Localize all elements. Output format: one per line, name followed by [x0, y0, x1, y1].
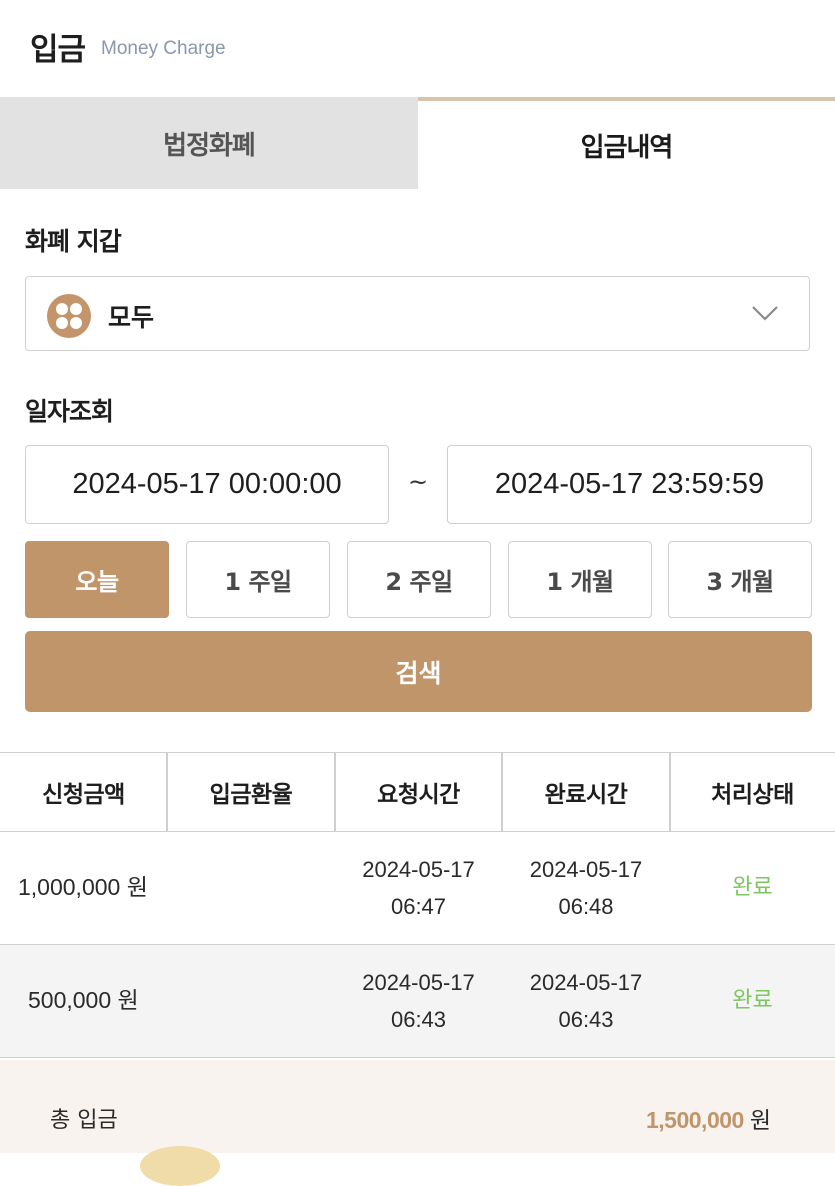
period-2-weeks-button[interactable]: 2 주일 [347, 541, 491, 618]
tab-fiat-currency[interactable]: 법정화폐 [0, 97, 418, 189]
row-amount: 1,000,000 원 [18, 874, 148, 900]
date-to-input[interactable]: 2024-05-17 23:59:59 [447, 445, 812, 524]
wallet-label: 화폐 지갑 [25, 227, 122, 256]
search-button[interactable]: 검색 [25, 631, 812, 712]
row-request-time: 2024-05-17 06:47 [362, 856, 475, 919]
total-unit: 원 [749, 1108, 771, 1134]
column-header-status: 처리상태 [711, 782, 794, 808]
total-amount-wrap: 1,500,000 원 [646, 1101, 771, 1135]
total-label: 총 입금 [50, 1108, 118, 1133]
row-complete-time: 2024-05-17 06:48 [529, 856, 643, 919]
tab-deposit-history[interactable]: 입금내역 [418, 97, 835, 189]
column-header-amount: 신청금액 [42, 782, 125, 808]
row-complete-time: 2024-05-17 06:43 [529, 969, 643, 1032]
row-request-time: 2024-05-17 06:43 [362, 969, 475, 1032]
period-today-button[interactable]: 오늘 [25, 541, 169, 618]
table-row: 500,000 원 2024-05-17 06:43 2024-05-17 06… [0, 945, 835, 1058]
date-from-input[interactable]: 2024-05-17 00:00:00 [25, 445, 389, 524]
page-title: 입금 [30, 32, 86, 68]
coin-grid-icon [47, 294, 91, 338]
column-header-request-time: 요청시간 [377, 782, 460, 808]
period-3-months-button[interactable]: 3 개월 [668, 541, 812, 618]
row-amount: 500,000 원 [28, 987, 139, 1013]
table-header: 신청금액 입금환율 요청시간 완료시간 처리상태 [0, 752, 835, 832]
wallet-selected-value: 모두 [108, 303, 155, 332]
period-1-month-button[interactable]: 1 개월 [508, 541, 652, 618]
page-subtitle: Money Charge [101, 38, 226, 59]
tab-bar: 법정화폐 입금내역 [0, 97, 835, 189]
chevron-down-icon [752, 306, 778, 321]
row-status-badge: 완료 [732, 875, 773, 900]
period-1-week-button[interactable]: 1 주일 [186, 541, 330, 618]
row-rate [167, 945, 335, 1056]
total-summary: 총 입금 1,500,000 원 [0, 1060, 835, 1186]
table-row: 1,000,000 원 2024-05-17 06:47 2024-05-17 … [0, 832, 835, 945]
row-rate [167, 832, 335, 943]
column-header-complete-time: 완료시간 [544, 782, 628, 808]
row-status-badge: 완료 [732, 988, 773, 1013]
wallet-select[interactable]: 모두 [25, 276, 810, 351]
decorative-coin-icon [140, 1146, 220, 1186]
column-header-rate: 입금환율 [209, 782, 293, 808]
page-header: 입금 Money Charge [0, 0, 835, 97]
date-separator: ~ [408, 468, 429, 496]
date-query-label: 일자조회 [25, 397, 114, 426]
total-amount: 1,500,000 [646, 1107, 744, 1133]
